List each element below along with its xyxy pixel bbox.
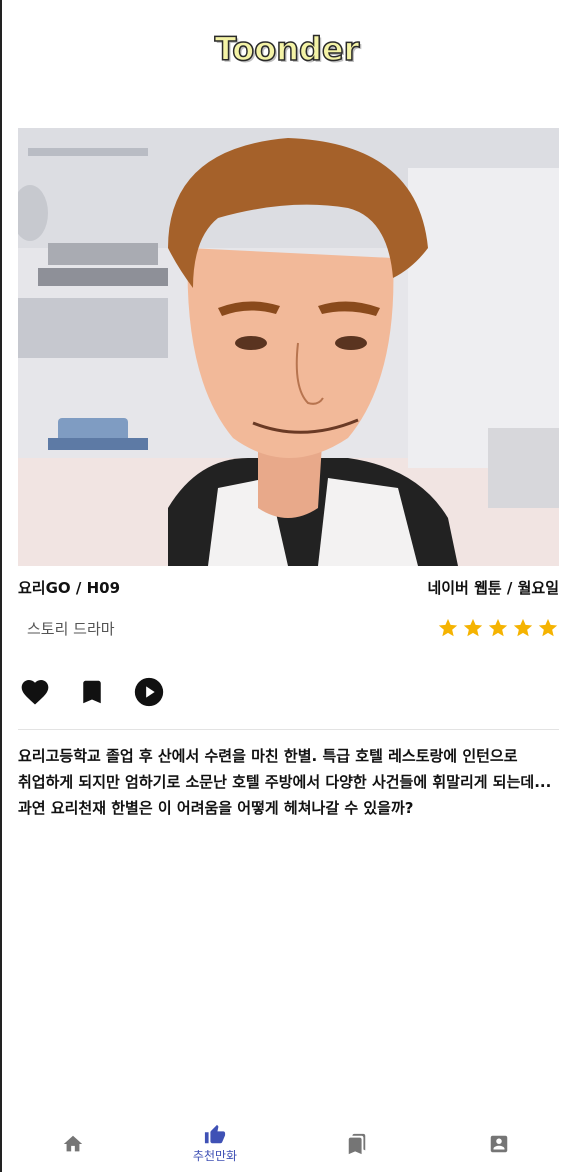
divider [18, 729, 559, 730]
genre-label: 스토리 드라마 [27, 619, 115, 638]
app-logo: Toonder [214, 29, 360, 69]
rating-stars [437, 617, 559, 639]
bookmark-icon [83, 680, 101, 704]
nav-library[interactable] [286, 1116, 428, 1172]
webtoon-cover-image [18, 128, 559, 566]
star-icon [438, 618, 458, 637]
title-author: 요리GO / H09 [18, 578, 121, 597]
profile-icon [490, 1135, 508, 1153]
play-circle-icon [134, 677, 164, 707]
nav-recommended-label: 추천만화 [192, 1149, 238, 1163]
nav-home[interactable] [2, 1116, 144, 1172]
star-icon [463, 618, 483, 637]
webtoon-description: 요리고등학교 졸업 후 산에서 수련을 마친 한별. 특급 호텔 레스토랑에 인… [18, 747, 552, 817]
nav-profile[interactable] [428, 1116, 570, 1172]
home-icon [63, 1135, 83, 1152]
star-icon [488, 618, 508, 637]
star-icon [538, 618, 558, 637]
play-button[interactable] [132, 674, 166, 710]
like-button[interactable] [18, 674, 52, 710]
nav-recommended[interactable]: 추천만화 [144, 1116, 286, 1172]
bookmark-button[interactable] [75, 674, 109, 710]
bottom-navigation: 추천만화 [2, 1116, 570, 1172]
library-bookmarks-icon [348, 1133, 366, 1155]
star-icon [513, 618, 533, 637]
heart-icon [21, 680, 49, 705]
thumb-up-icon [204, 1124, 226, 1144]
platform-day: 네이버 웹툰 / 월요일 [427, 578, 559, 597]
